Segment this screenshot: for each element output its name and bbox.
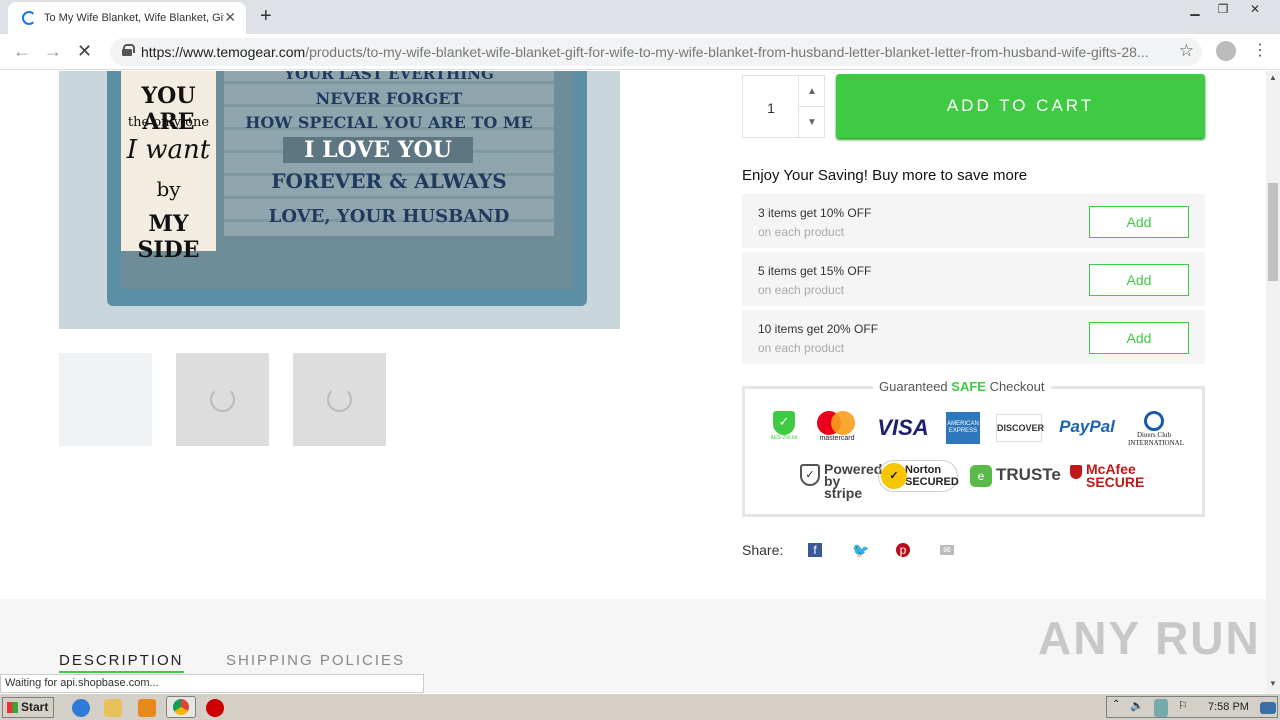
chrome-taskbar-button[interactable] xyxy=(166,696,196,718)
flag-icon[interactable]: ⚐ xyxy=(1178,699,1192,717)
image-line-2: NEVER FORGET xyxy=(315,89,463,108)
taskbar: Start ⌃ 🔈 ⚐ 7:58 PM xyxy=(0,693,1280,720)
stop-loading-icon[interactable]: ✕ xyxy=(77,41,92,62)
mastercard-icon: mastercard xyxy=(814,411,860,442)
security-app-icon[interactable] xyxy=(206,699,224,717)
offer-row: 3 items get 10% OFF on each product Add xyxy=(742,194,1205,248)
ie-icon[interactable] xyxy=(72,699,90,717)
facebook-icon[interactable]: f xyxy=(808,543,822,557)
loading-spinner-icon xyxy=(22,11,36,25)
quantity-decrease-button[interactable]: ▼ xyxy=(798,107,825,138)
image-left-2: the only one xyxy=(127,115,210,130)
anyrun-watermark: ANY RUN xyxy=(1038,612,1261,664)
paypal-icon: PayPal xyxy=(1059,417,1115,436)
window-close-icon[interactable]: ✕ xyxy=(1240,0,1270,20)
quantity-increase-button[interactable]: ▲ xyxy=(798,76,825,107)
pinterest-icon[interactable]: p xyxy=(896,543,910,557)
lock-icon xyxy=(122,44,135,56)
offer-add-button[interactable]: Add xyxy=(1089,322,1189,354)
norton-icon: ✓ Norton SECURED xyxy=(878,460,959,492)
tab-description[interactable]: DESCRIPTION xyxy=(59,652,184,673)
loading-ring-icon xyxy=(210,387,235,412)
offer-row: 5 items get 15% OFF on each product Add xyxy=(742,252,1205,306)
offer-add-button[interactable]: Add xyxy=(1089,264,1189,296)
quantity-stepper: 1 ▲ ▼ xyxy=(742,75,825,138)
media-player-icon[interactable] xyxy=(138,699,156,717)
image-line-5: FOREVER & ALWAYS xyxy=(271,169,507,193)
image-left-5: MY SIDE xyxy=(137,211,200,263)
new-tab-button[interactable]: + xyxy=(260,5,272,28)
scroll-thumb[interactable] xyxy=(1268,183,1278,281)
visa-icon: VISA xyxy=(877,415,929,440)
offer-title: 10 items get 20% OFF xyxy=(758,322,879,336)
page-scrollbar[interactable]: ▲ ▼ xyxy=(1266,71,1280,693)
quantity-input[interactable]: 1 xyxy=(743,100,799,116)
scroll-up-icon[interactable]: ▲ xyxy=(1269,73,1277,82)
scroll-down-icon[interactable]: ▼ xyxy=(1269,679,1277,688)
image-left-4: by xyxy=(156,177,181,201)
add-to-cart-button[interactable]: ADD TO CART xyxy=(836,74,1205,138)
stripe-icon: ✓ Powered by stripe xyxy=(800,462,882,500)
image-left-3: I want xyxy=(126,135,211,165)
chrome-icon xyxy=(173,699,189,715)
twitter-icon[interactable]: 🐦 xyxy=(852,543,869,557)
bookmark-star-icon[interactable]: ☆ xyxy=(1179,41,1194,61)
page-viewport: YOUR LAST EVERTHING NEVER FORGET HOW SPE… xyxy=(0,71,1266,693)
aes-shield-icon: ✓ AES-256 bit xyxy=(768,411,800,441)
tab-title: To My Wife Blanket, Wife Blanket, Gift xyxy=(44,12,224,24)
folder-icon[interactable] xyxy=(104,699,122,717)
forward-icon[interactable]: → xyxy=(44,41,62,62)
mcafee-icon: McAfee SECURE xyxy=(1070,462,1146,489)
restore-icon[interactable]: ❐ xyxy=(1208,0,1238,20)
browser-menu-icon[interactable]: ⋮ xyxy=(1252,40,1268,60)
tab-shipping-policies[interactable]: SHIPPING POLICIES xyxy=(226,652,405,669)
tab-bar: To My Wife Blanket, Wife Blanket, Gift ✕… xyxy=(0,0,1280,34)
browser-tab[interactable]: To My Wife Blanket, Wife Blanket, Gift ✕ xyxy=(8,2,246,34)
offer-title: 5 items get 15% OFF xyxy=(758,264,872,278)
safe-checkout-title: Guaranteed SAFE Checkout xyxy=(873,379,1051,394)
tab-close-icon[interactable]: ✕ xyxy=(224,9,236,26)
share-label: Share: xyxy=(742,542,784,558)
address-bar[interactable]: https://www.temogear.com/products/to-my-… xyxy=(110,38,1202,66)
volume-icon[interactable]: 🔈 xyxy=(1130,699,1144,717)
image-line-3: HOW SPECIAL YOU ARE TO ME xyxy=(245,113,533,132)
offer-subtitle: on each product xyxy=(758,225,845,239)
clock: 7:58 PM xyxy=(1208,701,1249,713)
url-text[interactable]: https://www.temogear.com/products/to-my-… xyxy=(141,44,1171,60)
product-thumbnail[interactable] xyxy=(176,353,269,446)
network-icon[interactable] xyxy=(1154,699,1168,717)
offer-add-button[interactable]: Add xyxy=(1089,206,1189,238)
promo-heading: Enjoy Your Saving! Buy more to save more xyxy=(742,167,1028,184)
safe-checkout-box xyxy=(742,386,1205,517)
offer-title: 3 items get 10% OFF xyxy=(758,206,872,220)
tray-expand-icon[interactable]: ⌃ xyxy=(1112,699,1122,717)
product-main-image[interactable]: YOUR LAST EVERTHING NEVER FORGET HOW SPE… xyxy=(59,71,620,329)
profile-avatar-icon[interactable] xyxy=(1216,41,1236,61)
browser-toolbar: ← → ✕ https://www.temogear.com/products/… xyxy=(0,34,1280,70)
start-button[interactable]: Start xyxy=(2,697,54,718)
image-line-1: YOUR LAST EVERTHING xyxy=(284,71,494,83)
email-icon[interactable]: ✉ xyxy=(940,545,954,555)
minimize-icon[interactable]: ▁ xyxy=(1180,0,1210,20)
diners-club-icon: Diners Club INTERNATIONAL xyxy=(1128,411,1184,447)
status-bar: Waiting for api.shopbase.com... xyxy=(0,674,424,693)
image-line-4: I LOVE YOU xyxy=(283,137,473,163)
truste-icon: e TRUSTe xyxy=(968,463,1061,489)
offer-subtitle: on each product xyxy=(758,341,845,355)
product-thumbnail[interactable] xyxy=(293,353,386,446)
offer-subtitle: on each product xyxy=(758,283,845,297)
discover-icon: DISCOVER xyxy=(996,414,1044,442)
image-line-6: LOVE, YOUR HUSBAND xyxy=(268,206,510,227)
show-desktop-icon[interactable] xyxy=(1260,702,1276,714)
amex-icon: AMERICAN EXPRESS xyxy=(946,412,980,444)
product-thumbnail[interactable] xyxy=(59,353,152,446)
back-icon[interactable]: ← xyxy=(13,41,31,62)
offer-row: 10 items get 20% OFF on each product Add xyxy=(742,310,1205,364)
loading-ring-icon xyxy=(327,387,352,412)
